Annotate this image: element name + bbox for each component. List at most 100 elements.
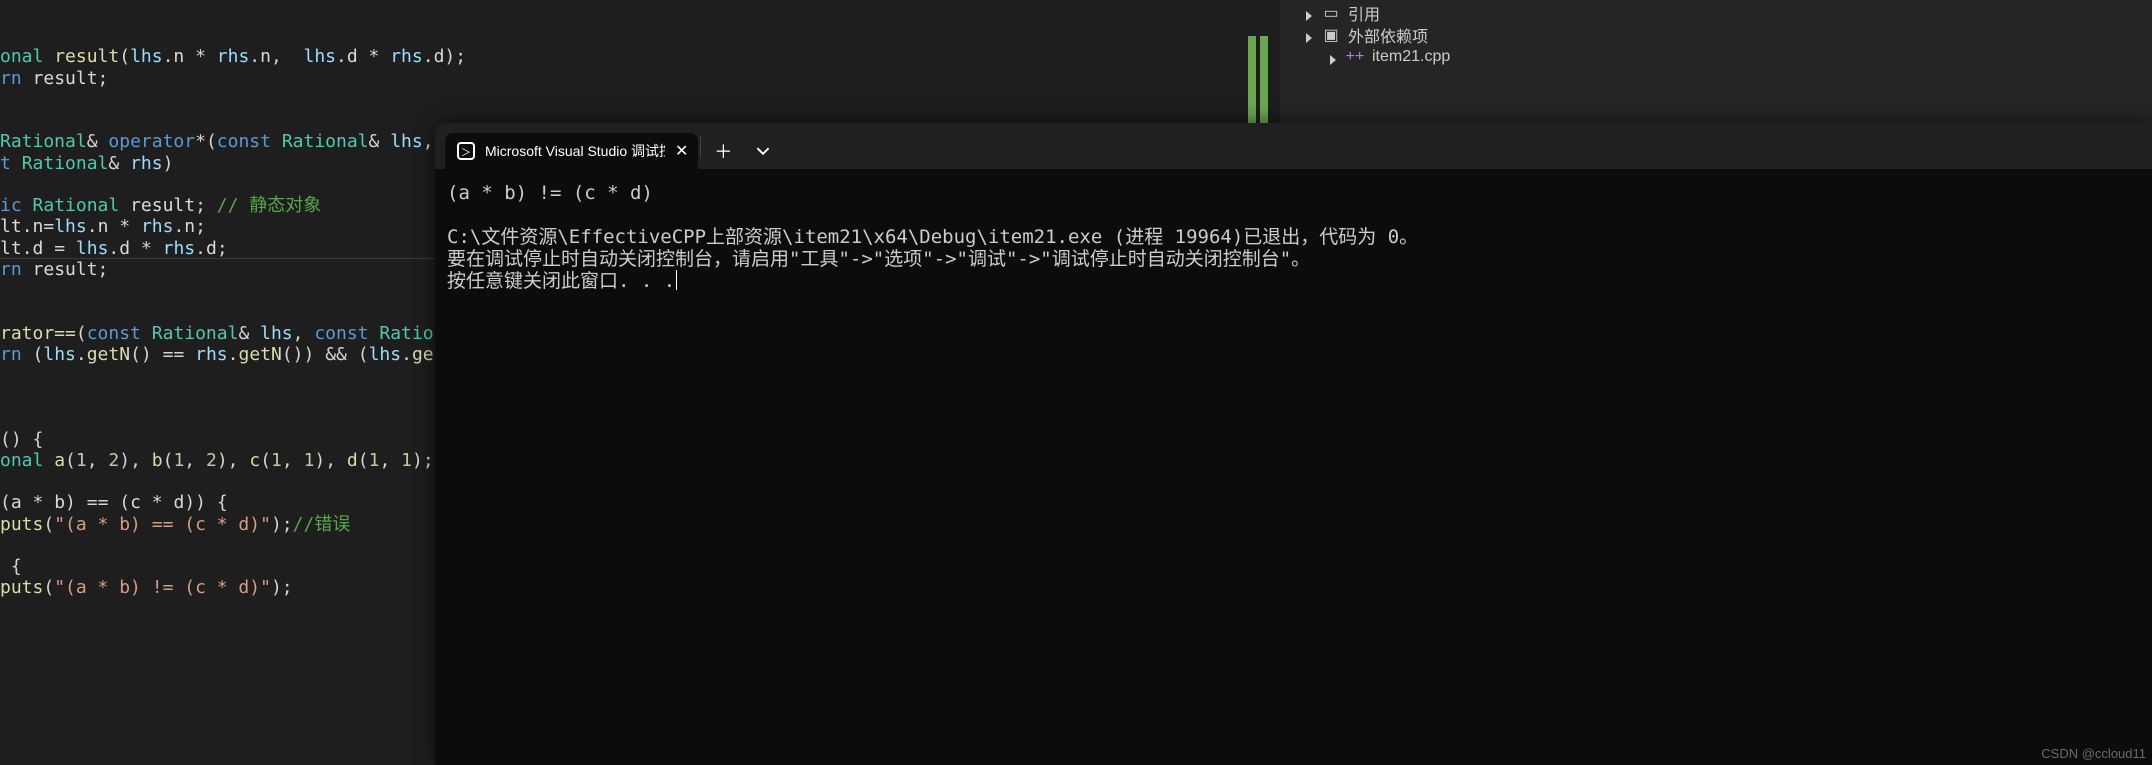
- code-token: (): [282, 344, 304, 365]
- code-token: (: [347, 344, 369, 365]
- code-token: (: [65, 450, 76, 471]
- code-token: getN: [238, 344, 281, 365]
- code-token: (: [119, 46, 130, 67]
- tree-node-item21-cpp[interactable]: ++ item21.cpp: [1280, 46, 2152, 68]
- code-token: .: [22, 238, 33, 259]
- code-token: rhs: [163, 238, 196, 259]
- code-token: d: [33, 238, 44, 259]
- code-token: .: [76, 344, 87, 365]
- code-token: result: [33, 68, 98, 89]
- code-token: .: [195, 238, 206, 259]
- code-token: () {: [0, 429, 43, 450]
- code-token: a: [11, 492, 22, 513]
- code-token: //错误: [293, 514, 351, 535]
- code-token: ;: [195, 216, 206, 237]
- code-token: .: [163, 46, 174, 67]
- code-token: t: [0, 153, 22, 174]
- code-token: .: [108, 238, 119, 259]
- console-line: 按任意键关闭此窗口. . .: [447, 270, 675, 292]
- code-token: .: [249, 46, 260, 67]
- code-token: );: [412, 450, 434, 471]
- code-token: ): [304, 344, 326, 365]
- terminal-tab[interactable]: ＞ Microsoft Visual Studio 调试控 ✕: [445, 133, 698, 169]
- terminal-titlebar[interactable]: ＞ Microsoft Visual Studio 调试控 ✕ ＋: [435, 123, 2152, 169]
- tree-node-label: 引用: [1348, 1, 1380, 25]
- close-icon[interactable]: ✕: [675, 141, 688, 161]
- code-token: 1: [173, 450, 184, 471]
- code-token: d: [173, 492, 184, 513]
- code-token: onal: [0, 46, 54, 67]
- code-token: operator: [108, 131, 195, 152]
- code-token: "(a * b) == (c * d)": [54, 514, 271, 535]
- code-token: ;: [98, 259, 109, 280]
- chevron-down-icon: [756, 144, 770, 158]
- code-token: rhs: [390, 46, 423, 67]
- code-token: const: [87, 323, 152, 344]
- code-token: *: [130, 238, 163, 259]
- code-token: d: [206, 238, 217, 259]
- code-token: ic: [0, 195, 33, 216]
- code-token: d: [119, 238, 130, 259]
- cpp-file-icon: ++: [1346, 48, 1364, 66]
- code-token: Rational: [22, 153, 109, 174]
- code-token: getN: [87, 344, 130, 365]
- console-line: C:\文件资源\EffectiveCPP上部资源\item21\x64\Debu…: [447, 226, 1418, 248]
- console-line: (a * b) != (c * d): [447, 182, 653, 204]
- code-token: .: [423, 46, 434, 67]
- code-token: ;: [98, 68, 109, 89]
- code-token: b: [54, 492, 65, 513]
- code-token: lhs: [369, 344, 402, 365]
- tree-node-label: 外部依赖项: [1348, 23, 1428, 47]
- code-token: {: [0, 556, 22, 577]
- tab-dropdown-button[interactable]: [743, 133, 783, 169]
- code-token: lhs: [54, 216, 87, 237]
- code-line[interactable]: rn result;: [0, 68, 1276, 89]
- code-token: n: [184, 216, 195, 237]
- terminal-tab-label: Microsoft Visual Studio 调试控: [485, 141, 665, 161]
- code-token: lhs: [76, 238, 109, 259]
- new-tab-button[interactable]: ＋: [703, 133, 743, 169]
- code-token: // 静态对象: [217, 195, 322, 216]
- code-token: 2: [206, 450, 217, 471]
- terminal-output[interactable]: (a * b) != (c * d) C:\文件资源\EffectiveCPP上…: [435, 169, 2152, 307]
- terminal-app-icon: ＞: [457, 142, 475, 160]
- code-token: Rational: [0, 131, 87, 152]
- code-token: rhs: [130, 153, 163, 174]
- solution-explorer[interactable]: ▭ 引用 ▣ 外部依赖项 ++ item21.cpp: [1280, 0, 2152, 123]
- code-token: .: [87, 216, 98, 237]
- code-token: =: [43, 216, 54, 237]
- code-token: onal: [0, 450, 54, 471]
- code-token: (: [108, 492, 130, 513]
- code-token: ==: [87, 492, 109, 513]
- debug-console-window[interactable]: ＞ Microsoft Visual Studio 调试控 ✕ ＋ (a * b…: [435, 123, 2152, 765]
- code-token: lhs: [390, 131, 423, 152]
- code-token: &: [238, 323, 260, 344]
- code-token: *: [22, 492, 55, 513]
- code-token: ),: [314, 450, 347, 471]
- code-token: lhs: [43, 344, 76, 365]
- code-token: (: [43, 577, 54, 598]
- code-token: puts: [0, 514, 43, 535]
- code-token: (: [33, 344, 44, 365]
- code-token: =: [43, 238, 76, 259]
- code-token: Rational: [282, 131, 369, 152]
- tree-node-references[interactable]: ▭ 引用: [1280, 2, 2152, 24]
- code-token: ,: [379, 450, 401, 471]
- minimap-marker: [1260, 36, 1268, 128]
- code-token: n: [98, 216, 109, 237]
- code-line[interactable]: [0, 89, 1276, 110]
- code-token: ,: [271, 46, 304, 67]
- code-token: result: [54, 46, 119, 67]
- code-token: &: [108, 153, 130, 174]
- code-token: );: [271, 514, 293, 535]
- code-token: result: [33, 259, 98, 280]
- code-token: ,: [282, 450, 304, 471]
- code-token: result: [130, 195, 195, 216]
- code-token: rn: [0, 259, 33, 280]
- code-token: "(a * b) != (c * d)": [54, 577, 271, 598]
- code-line[interactable]: onal result(lhs.n * rhs.n, lhs.d * rhs.d…: [0, 46, 1276, 67]
- code-token: a: [54, 450, 65, 471]
- code-token: );: [271, 577, 293, 598]
- tree-node-external-deps[interactable]: ▣ 外部依赖项: [1280, 24, 2152, 46]
- code-token: ): [163, 153, 174, 174]
